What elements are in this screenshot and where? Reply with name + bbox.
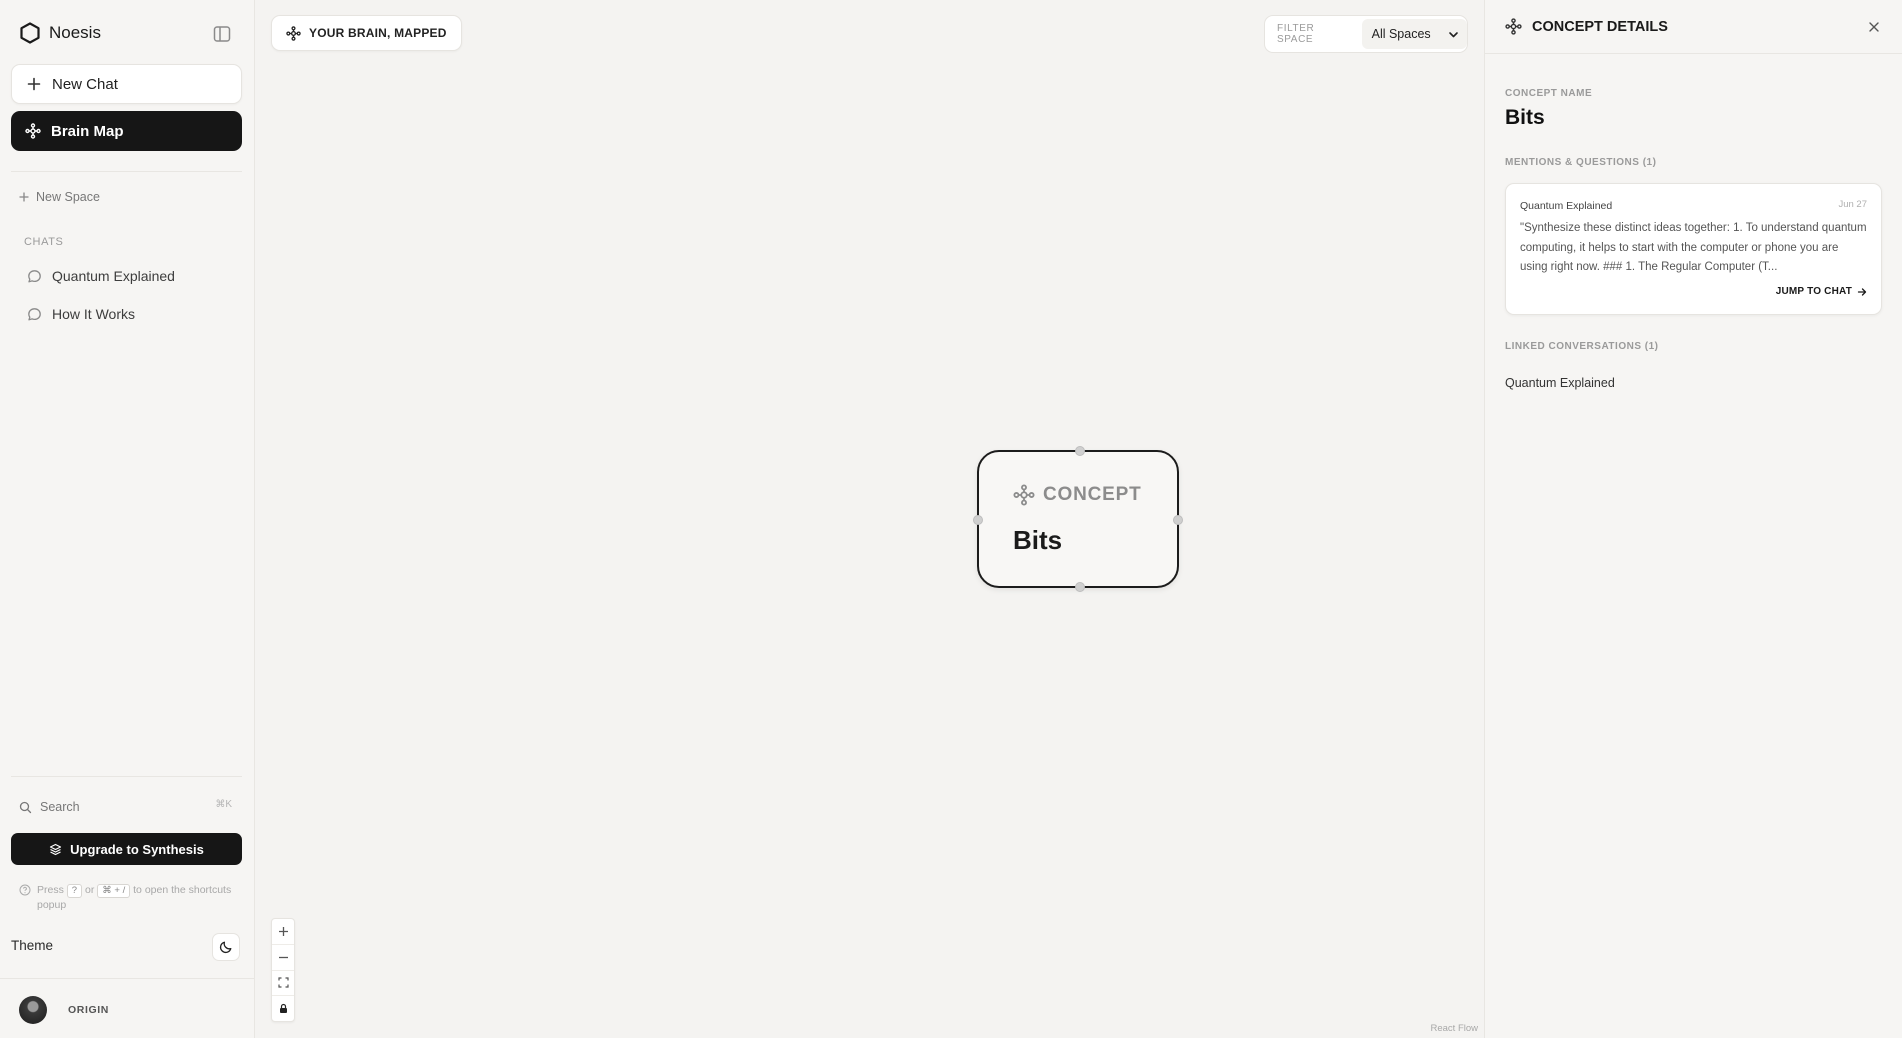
lock-icon <box>278 1003 289 1014</box>
fit-view-button[interactable] <box>272 971 294 997</box>
search-placeholder: Search <box>40 800 80 814</box>
brand[interactable]: Noesis <box>20 22 101 44</box>
node-type: CONCEPT <box>1013 484 1142 506</box>
close-icon <box>1868 21 1880 33</box>
node-type-label: CONCEPT <box>1043 484 1142 505</box>
network-icon <box>1505 18 1522 35</box>
close-panel-button[interactable] <box>1863 16 1885 38</box>
chats-section-header: CHATS <box>24 236 64 248</box>
minus-icon <box>278 952 289 963</box>
brain-map-button[interactable]: Brain Map <box>11 111 242 151</box>
mention-date: Jun 27 <box>1838 199 1867 210</box>
panel-header: CONCEPT DETAILS <box>1485 0 1902 54</box>
divider <box>11 171 242 172</box>
node-label: Bits <box>1013 525 1063 555</box>
lock-button[interactable] <box>272 996 294 1021</box>
help-circle-icon <box>19 884 31 913</box>
network-icon <box>25 123 41 139</box>
network-icon <box>1013 484 1035 506</box>
filter-space-select[interactable]: All Spaces <box>1361 19 1467 49</box>
react-flow-attribution[interactable]: React Flow <box>1430 1023 1478 1034</box>
brain-map-header: YOUR BRAIN, MAPPED <box>271 15 462 51</box>
linked-conversations-label: LINKED CONVERSATIONS (1) <box>1505 341 1659 352</box>
upgrade-label: Upgrade to Synthesis <box>70 841 204 857</box>
theme-label: Theme <box>11 938 54 953</box>
zoom-in-button[interactable] <box>272 919 294 945</box>
filter-space-value: All Spaces <box>1371 27 1431 41</box>
chat-bubble-icon <box>27 307 42 322</box>
chat-item-label: Quantum Explained <box>52 268 175 284</box>
shortcut-hint-text: Press ? or ⌘ + / to open the shortcuts p… <box>37 884 232 911</box>
upgrade-button[interactable]: Upgrade to Synthesis <box>11 833 242 865</box>
search-shortcut: ⌘K <box>215 799 232 810</box>
chat-item-how-it-works[interactable]: How It Works <box>27 300 242 328</box>
shortcut-hint: Press ? or ⌘ + / to open the shortcuts p… <box>19 883 234 913</box>
mention-text: "Synthesize these distinct ideas togethe… <box>1520 222 1867 273</box>
node-handle-top[interactable] <box>1075 446 1085 456</box>
plus-icon <box>27 77 41 91</box>
avatar[interactable] <box>19 996 47 1024</box>
mention-source: Quantum Explained <box>1520 200 1613 212</box>
brain-map-canvas[interactable]: YOUR BRAIN, MAPPED FILTER SPACE All Spac… <box>255 0 1484 1038</box>
zoom-out-button[interactable] <box>272 945 294 971</box>
concept-name: Bits <box>1505 106 1545 129</box>
concept-node-bits[interactable]: CONCEPT Bits <box>973 446 1183 592</box>
chat-item-label: How It Works <box>52 306 135 322</box>
panel-title: CONCEPT DETAILS <box>1505 18 1668 35</box>
fit-view-icon <box>277 977 289 988</box>
new-space-button[interactable]: New Space <box>19 190 100 204</box>
filter-space-label: FILTER SPACE <box>1277 23 1315 45</box>
mentions-label: MENTIONS & QUESTIONS (1) <box>1505 157 1657 168</box>
search-input[interactable]: Search ⌘K <box>11 793 242 821</box>
node-handle-bottom[interactable] <box>1075 582 1085 592</box>
panel-title-label: CONCEPT DETAILS <box>1532 18 1668 35</box>
network-icon <box>286 25 301 41</box>
sidebar: Noesis New Chat Brain Map New Space CHAT… <box>0 0 255 1038</box>
plus-icon <box>278 926 289 937</box>
sidebar-toggle-icon[interactable] <box>212 24 234 46</box>
jump-to-chat-label: JUMP TO CHAT <box>1775 286 1852 297</box>
app-name: Noesis <box>49 23 101 42</box>
arrow-right-icon <box>1857 287 1867 297</box>
jump-to-chat-button[interactable]: JUMP TO CHAT <box>1776 286 1867 297</box>
concept-details-panel: CONCEPT DETAILS CONCEPT NAME Bits MENTIO… <box>1484 0 1902 1038</box>
divider <box>0 978 255 979</box>
brain-map-header-label: YOUR BRAIN, MAPPED <box>309 26 447 40</box>
chevron-down-icon <box>1448 29 1459 40</box>
linked-conversation-item[interactable]: Quantum Explained <box>1505 376 1615 390</box>
canvas-controls <box>271 918 295 1022</box>
chat-item-quantum-explained[interactable]: Quantum Explained <box>27 262 242 290</box>
moon-icon <box>219 940 233 954</box>
mention-card: Quantum Explained Jun 27 "Synthesize the… <box>1505 183 1882 315</box>
new-chat-button[interactable]: New Chat <box>11 64 242 104</box>
node-handle-left[interactable] <box>973 515 983 525</box>
question-key: ? <box>66 884 83 898</box>
filter-space: FILTER SPACE All Spaces <box>1264 15 1468 53</box>
chat-bubble-icon <box>27 269 42 284</box>
concept-name-label: CONCEPT NAME <box>1505 88 1593 99</box>
plus-icon <box>19 192 29 202</box>
hexagon-logo-icon <box>20 22 40 44</box>
theme-toggle-button[interactable] <box>212 933 240 961</box>
brain-map-label: Brain Map <box>51 122 124 140</box>
layers-icon <box>49 843 62 856</box>
new-chat-label: New Chat <box>52 75 118 93</box>
divider <box>11 776 242 777</box>
user-name: ORIGIN <box>68 1004 109 1016</box>
new-space-label: New Space <box>36 190 100 204</box>
search-icon <box>19 801 32 814</box>
cmd-slash-key: ⌘ + / <box>97 884 131 898</box>
node-handle-right[interactable] <box>1173 515 1183 525</box>
